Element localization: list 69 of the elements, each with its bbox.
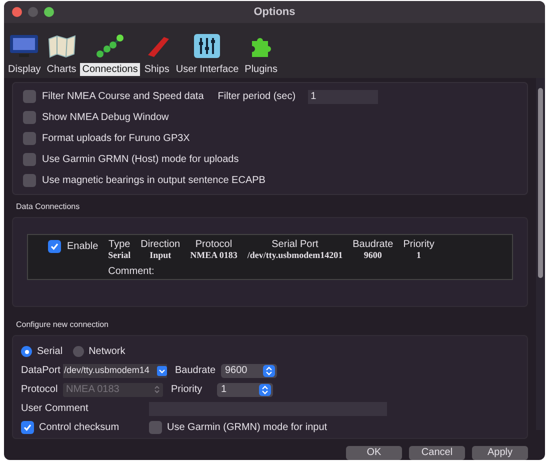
checkbox-label: Filter NMEA Course and Speed data bbox=[42, 90, 204, 104]
column-value: 9600 bbox=[364, 250, 382, 260]
zoom-button[interactable] bbox=[44, 7, 54, 17]
field-label: Filter period (sec) bbox=[218, 90, 296, 104]
checkbox[interactable] bbox=[23, 153, 36, 166]
column-header: Direction bbox=[140, 239, 180, 250]
map-icon bbox=[46, 33, 77, 59]
toolbar-tab[interactable]: Ships bbox=[142, 33, 172, 76]
dialog-button[interactable]: OK bbox=[346, 446, 402, 460]
checkbox[interactable] bbox=[48, 240, 61, 253]
minimize-button[interactable] bbox=[28, 7, 38, 17]
field-label: Protocol bbox=[21, 383, 59, 397]
checkbox-label: Use Garmin GRMN (Host) mode for uploads bbox=[42, 153, 239, 167]
field-label: Priority bbox=[171, 383, 204, 397]
checkbox[interactable] bbox=[21, 421, 34, 434]
dialog-button[interactable]: Cancel bbox=[409, 446, 465, 460]
checkbox[interactable] bbox=[23, 111, 36, 124]
dataport-dropdown[interactable]: /dev/tty.usbmodem14 bbox=[63, 364, 167, 378]
column-value: Input bbox=[150, 250, 172, 260]
stepper-icon bbox=[154, 385, 160, 394]
checkbox-label: Show NMEA Debug Window bbox=[42, 111, 169, 125]
column-header: Baudrate bbox=[352, 239, 394, 250]
column-header: Type bbox=[108, 239, 130, 250]
baudrate-select[interactable]: 9600 bbox=[221, 364, 277, 378]
column-value: /dev/tty.usbmodem14201 bbox=[247, 250, 343, 260]
column-header: Protocol bbox=[195, 239, 232, 250]
nodes-icon bbox=[95, 33, 126, 59]
radio-button[interactable] bbox=[72, 346, 84, 357]
checkbox-label: Control checksum bbox=[39, 421, 120, 435]
toolbar-tab[interactable]: Plugins bbox=[242, 33, 280, 76]
toolbar-tab[interactable]: Charts bbox=[44, 33, 78, 76]
radio-button[interactable] bbox=[21, 346, 32, 357]
column-header: Priority bbox=[403, 239, 434, 250]
connection-row[interactable]: Enable Type Serial Direction Input Protocol NMEA 0183 Serial Port /dev/tty.usbmodem14201 Baudrate 9600 Priority 1 Comment: bbox=[27, 234, 513, 280]
comment-label: Comment: bbox=[108, 265, 156, 279]
column-value: 1 bbox=[416, 250, 422, 260]
checkbox-label: Use magnetic bearings in output sentence ECAPB bbox=[42, 174, 266, 188]
checkmark-icon bbox=[50, 242, 59, 251]
checkbox[interactable] bbox=[23, 90, 36, 103]
stepper-icon bbox=[259, 384, 271, 396]
radio-label: Network bbox=[88, 345, 126, 359]
field-label: User Comment bbox=[21, 402, 90, 416]
column-value: NMEA 0183 bbox=[190, 250, 238, 260]
column-header: Serial Port bbox=[272, 239, 318, 250]
section-title: Configure new connection bbox=[16, 319, 110, 331]
dialog-button[interactable]: Apply bbox=[472, 446, 528, 460]
section-title: Data Connections bbox=[16, 201, 81, 213]
checkbox[interactable] bbox=[23, 174, 36, 187]
enable-label: Enable bbox=[67, 240, 98, 254]
column-value: Serial bbox=[108, 250, 131, 260]
checkbox-label: Format uploads for Furuno GP3X bbox=[42, 132, 190, 146]
radio-label: Serial bbox=[37, 345, 63, 359]
chevron-icon bbox=[157, 366, 167, 376]
filter-period-field[interactable]: 1 bbox=[308, 90, 378, 104]
toolbar-tab[interactable]: Display bbox=[6, 33, 43, 76]
window-title: Options bbox=[252, 4, 296, 20]
checkbox[interactable] bbox=[23, 132, 36, 145]
field-label: Baudrate bbox=[175, 364, 217, 378]
stepper-icon bbox=[263, 364, 275, 376]
field-label: DataPort bbox=[21, 364, 62, 378]
priority-select[interactable]: 1 bbox=[217, 382, 273, 396]
toolbar-tab[interactable]: User Interface bbox=[174, 33, 241, 76]
toolbar-tab[interactable]: Connections bbox=[80, 33, 140, 76]
monitor-icon bbox=[9, 33, 40, 59]
checkmark-icon bbox=[23, 423, 32, 432]
checkbox[interactable] bbox=[149, 421, 162, 434]
checkbox-label: Use Garmin (GRMN) mode for input bbox=[167, 421, 328, 435]
sliders-icon bbox=[192, 33, 222, 59]
close-button[interactable] bbox=[12, 7, 22, 17]
